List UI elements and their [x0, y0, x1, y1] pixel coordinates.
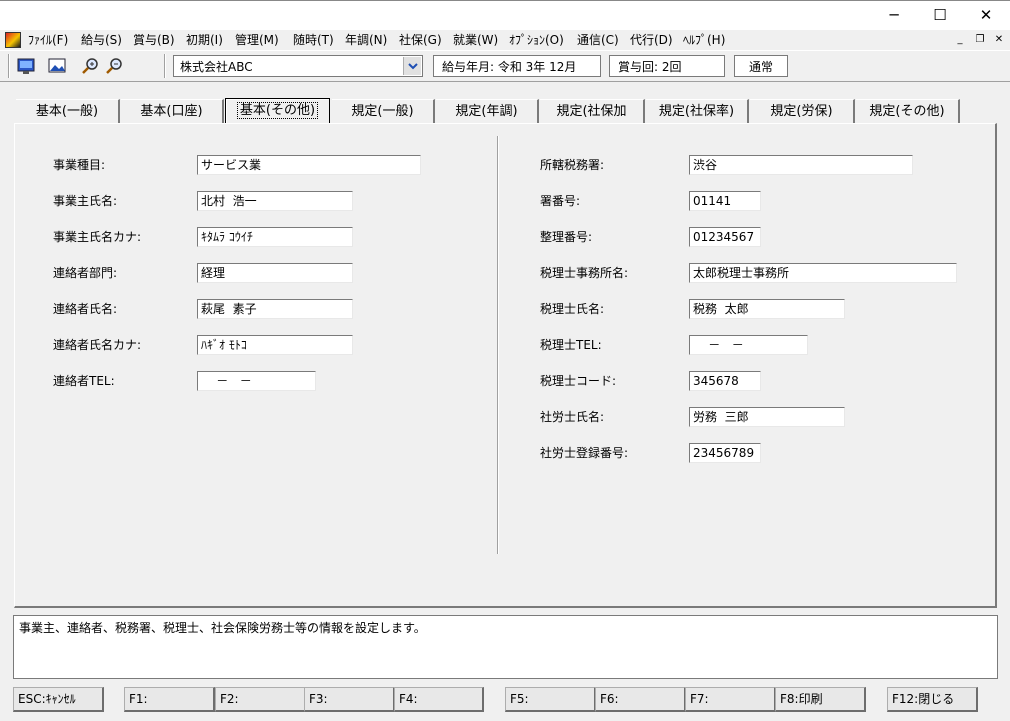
f12-close-button[interactable]: F12:閉じる [887, 687, 978, 712]
app-icon[interactable] [5, 32, 21, 48]
company-select-value: 株式会社ABC [180, 60, 253, 74]
menu-bonus[interactable]: 賞与(B) [133, 32, 175, 48]
contact-kana-label: 連絡者氏名カナ: [53, 338, 142, 352]
toolbar-grip [8, 54, 10, 78]
f1-button[interactable]: F1: [124, 687, 215, 712]
f3-button[interactable]: F3: [304, 687, 395, 712]
office-number-label: 署番号: [540, 194, 581, 208]
labor-consultant-name-input[interactable]: 労務 三郎 [689, 407, 845, 427]
status-message: 事業主、連絡者、税務署、税理士、社会保険労務士等の情報を設定します。 [13, 615, 998, 679]
tax-office-label: 所轄税務署: [540, 158, 605, 172]
zoom-in-icon[interactable] [81, 57, 99, 75]
labor-consultant-name-label: 社労士氏名: [540, 410, 605, 424]
toolbar-separator [164, 54, 166, 78]
menu-file[interactable]: ﾌｧｲﾙ(F) [28, 32, 68, 48]
menu-salary[interactable]: 給与(S) [81, 32, 122, 48]
tax-accountant-tel-label: 税理士TEL: [540, 338, 602, 352]
tax-accountant-code-input[interactable]: 345678 [689, 371, 761, 391]
tab-rule-other[interactable]: 規定(その他) [856, 99, 960, 123]
tax-accountant-office-input[interactable]: 太郎税理士事務所 [689, 263, 957, 283]
minimize-button[interactable]: ─ [871, 0, 917, 30]
tab-basic-other-label: 基本(その他) [236, 102, 319, 119]
menu-options[interactable]: ｵﾌﾟｼｮﾝ(O) [509, 32, 564, 48]
labor-consultant-reg-input[interactable]: 23456789 [689, 443, 761, 463]
mdi-close-button[interactable]: ✕ [992, 33, 1006, 47]
menu-help[interactable]: ﾍﾙﾌﾟ(H) [683, 32, 725, 48]
panel-divider [497, 136, 499, 554]
contact-dept-input[interactable]: 経理 [197, 263, 353, 283]
esc-cancel-button[interactable]: ESC:ｷｬﾝｾﾙ [13, 687, 104, 712]
f8-print-button[interactable]: F8:印刷 [775, 687, 866, 712]
tab-basic-account[interactable]: 基本(口座) [121, 99, 224, 123]
f4-button[interactable]: F4: [394, 687, 484, 712]
contact-dept-label: 連絡者部門: [53, 266, 118, 280]
tax-accountant-office-label: 税理士事務所名: [540, 266, 629, 280]
close-button[interactable]: ✕ [963, 0, 1009, 30]
menu-work[interactable]: 就業(W) [453, 32, 498, 48]
zoom-out-icon[interactable] [105, 57, 123, 75]
company-select[interactable]: 株式会社ABC [173, 55, 423, 77]
contact-name-input[interactable]: 萩尾 素子 [197, 299, 353, 319]
tax-accountant-name-label: 税理士氏名: [540, 302, 605, 316]
chevron-down-icon[interactable] [403, 57, 421, 75]
office-number-input[interactable]: 01141 [689, 191, 761, 211]
reference-number-input[interactable]: 01234567 [689, 227, 761, 247]
f7-button[interactable]: F7: [685, 687, 776, 712]
display-icon[interactable] [17, 57, 35, 75]
title-bar [0, 0, 1010, 30]
menu-anytime[interactable]: 随時(T) [293, 32, 334, 48]
tab-rule-social-join[interactable]: 規定(社保加 [540, 99, 645, 123]
owner-name-label: 事業主氏名: [53, 194, 118, 208]
contact-tel-label: 連絡者TEL: [53, 374, 115, 388]
menu-social[interactable]: 社保(G) [399, 32, 442, 48]
tax-accountant-name-input[interactable]: 税務 太郎 [689, 299, 845, 319]
f5-button[interactable]: F5: [505, 687, 596, 712]
tax-accountant-tel-input[interactable]: － － [689, 335, 808, 355]
menu-yearend[interactable]: 年調(N) [345, 32, 387, 48]
mdi-restore-button[interactable]: ❐ [973, 33, 987, 47]
business-type-label: 事業種目: [53, 158, 106, 172]
owner-kana-label: 事業主氏名カナ: [53, 230, 142, 244]
reference-number-label: 整理番号: [540, 230, 593, 244]
menu-manage[interactable]: 管理(M) [235, 32, 279, 48]
labor-consultant-reg-label: 社労士登録番号: [540, 446, 629, 460]
tax-office-input[interactable]: 渋谷 [689, 155, 913, 175]
tab-rule-yearend[interactable]: 規定(年調) [436, 99, 539, 123]
tab-panel [14, 123, 997, 608]
f6-button[interactable]: F6: [595, 687, 686, 712]
contact-name-label: 連絡者氏名: [53, 302, 118, 316]
tab-rule-general[interactable]: 規定(一般) [332, 99, 435, 123]
tax-accountant-code-label: 税理士コード: [540, 374, 617, 388]
tab-basic-general[interactable]: 基本(一般) [16, 99, 120, 123]
contact-tel-input[interactable]: － － [197, 371, 316, 391]
owner-name-input[interactable]: 北村 浩一 [197, 191, 353, 211]
f2-button[interactable]: F2: [215, 687, 306, 712]
business-type-input[interactable]: サービス業 [197, 155, 421, 175]
pay-month-display: 給与年月: 令和 3年 12月 [433, 55, 601, 77]
tab-rule-labor[interactable]: 規定(労保) [750, 99, 855, 123]
owner-kana-input[interactable]: ｷﾀﾑﾗ ｺｳｲﾁ [197, 227, 353, 247]
maximize-button[interactable]: ☐ [917, 0, 963, 30]
image-icon[interactable] [48, 57, 66, 75]
tab-rule-social-rate[interactable]: 規定(社保率) [646, 99, 749, 123]
mdi-minimize-button[interactable]: _ [953, 33, 967, 47]
menu-agent[interactable]: 代行(D) [630, 32, 673, 48]
tab-basic-other[interactable]: 基本(その他) [225, 98, 330, 124]
menu-initial[interactable]: 初期(I) [186, 32, 223, 48]
bonus-count-display: 賞与回: 2回 [609, 55, 725, 77]
menu-comm[interactable]: 通信(C) [577, 32, 619, 48]
contact-kana-input[interactable]: ﾊｷﾞｵ ﾓﾄｺ [197, 335, 353, 355]
mode-display: 通常 [734, 55, 788, 77]
